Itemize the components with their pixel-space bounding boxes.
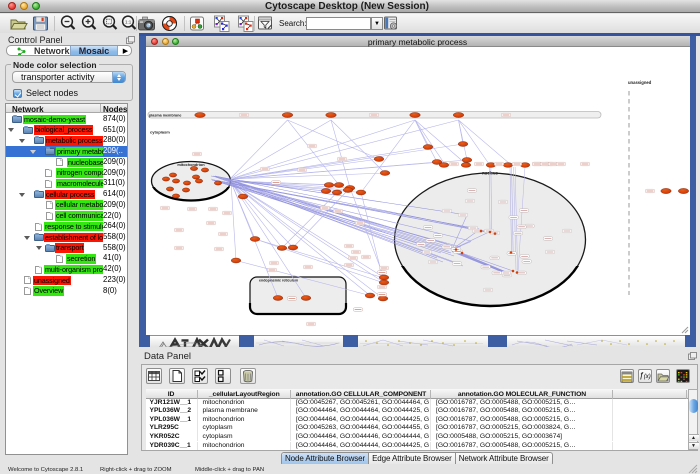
svg-text:unassigned: unassigned [628,80,652,85]
svg-text:plasma membrane: plasma membrane [149,114,181,118]
svg-text:mitochondrion: mitochondrion [177,162,205,167]
svg-text:endoplasmic reticulum: endoplasmic reticulum [259,279,298,283]
svg-text:cytoplasm: cytoplasm [150,130,170,135]
svg-text:nucleus: nucleus [482,171,498,176]
svg-text:1:1: 1:1 [125,19,132,24]
